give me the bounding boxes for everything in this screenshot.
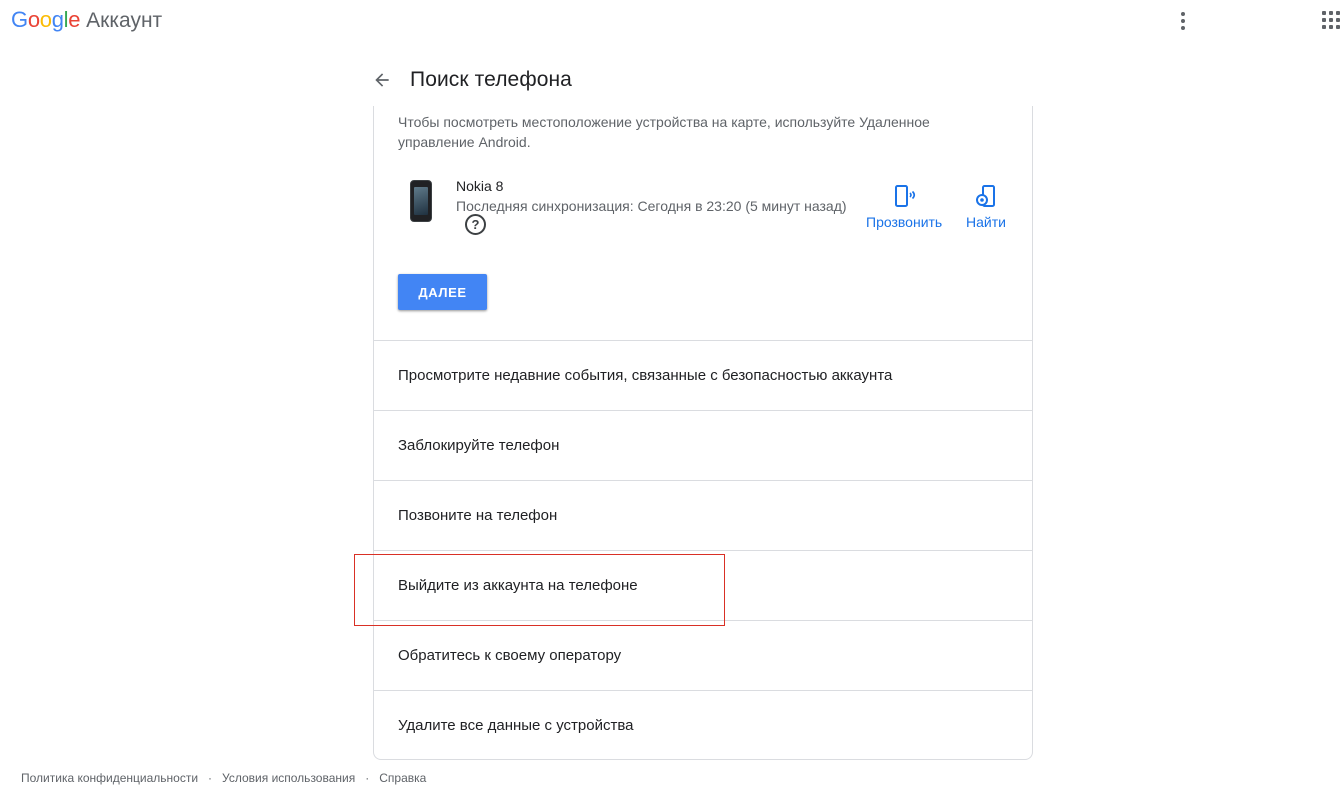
footer-separator: ·	[208, 771, 213, 785]
phone-ring-icon	[895, 185, 916, 207]
top-bar: Google Аккаунт	[0, 0, 1342, 42]
clipped-text-fade	[398, 106, 858, 108]
find-phone-card: Чтобы посмотреть местоположение устройст…	[373, 106, 1033, 760]
device-name: Nokia 8	[456, 178, 504, 194]
find-device-icon	[975, 185, 995, 207]
logo-letter: e	[68, 7, 81, 32]
list-item-erase-device[interactable]: Удалите все данные с устройства	[374, 690, 1032, 759]
help-link[interactable]: Справка	[379, 771, 426, 785]
list-item-sign-out-phone[interactable]: Выйдите из аккаунта на телефоне	[374, 550, 1032, 620]
google-account-logo[interactable]: Google Аккаунт	[11, 7, 162, 34]
arrow-back-icon[interactable]	[370, 68, 394, 92]
footer-separator: ·	[365, 771, 370, 785]
phone-image	[410, 180, 432, 222]
product-name: Аккаунт	[86, 9, 163, 32]
next-button[interactable]: ДАЛЕЕ	[398, 274, 487, 310]
google-wordmark: Google	[11, 7, 80, 33]
logo-letter: g	[51, 7, 64, 32]
terms-link[interactable]: Условия использования	[222, 771, 355, 785]
list-item-security-events[interactable]: Просмотрите недавние события, связанные …	[374, 340, 1032, 410]
privacy-link[interactable]: Политика конфиденциальности	[21, 771, 198, 785]
more-vert-icon[interactable]	[1173, 10, 1193, 32]
ring-button[interactable]: Прозвонить	[866, 184, 942, 230]
footer: Политика конфиденциальности · Условия ис…	[21, 771, 426, 785]
action-list: Просмотрите недавние события, связанные …	[374, 340, 1032, 759]
device-last-sync: Последняя синхронизация: Сегодня в 23:20…	[456, 198, 847, 214]
list-item-call-phone[interactable]: Позвоните на телефон	[374, 480, 1032, 550]
page-title: Поиск телефона	[410, 68, 572, 91]
device-row: Nokia 8 Последняя синхронизация: Сегодня…	[398, 176, 1010, 246]
find-button[interactable]: Найти	[966, 184, 1006, 230]
help-icon[interactable]: ?	[465, 214, 486, 235]
page-header: Поиск телефона	[370, 64, 572, 96]
list-item-contact-operator[interactable]: Обратитесь к своему оператору	[374, 620, 1032, 690]
ring-label: Прозвонить	[866, 214, 943, 230]
map-description: Чтобы посмотреть местоположение устройст…	[398, 114, 930, 150]
logo-letter: o	[39, 7, 52, 32]
logo-letter: G	[11, 7, 28, 32]
find-label: Найти	[966, 214, 1006, 230]
list-item-lock-phone[interactable]: Заблокируйте телефон	[374, 410, 1032, 480]
logo-letter: o	[27, 7, 40, 32]
apps-grid-icon[interactable]	[1322, 11, 1340, 29]
